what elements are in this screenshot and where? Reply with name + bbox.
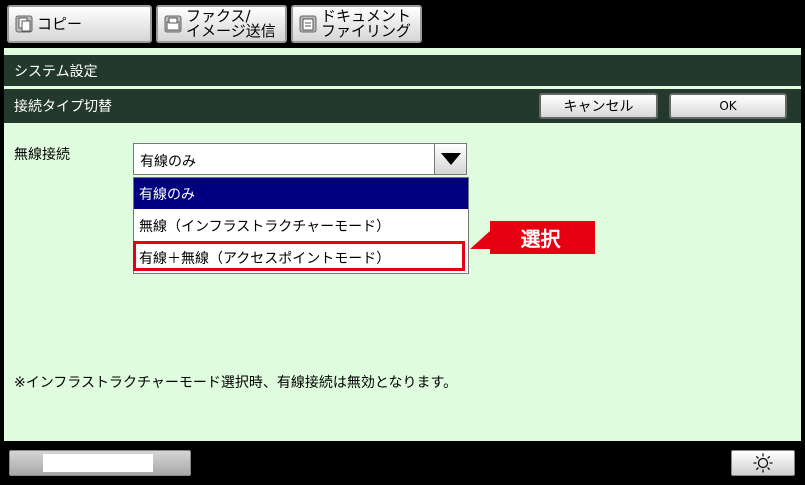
infrastructure-mode-note: ※インフラストラクチャーモード選択時、有線接続は無効となります。 — [14, 375, 458, 391]
status-slider-window — [43, 454, 153, 472]
selected-value: 有線のみ — [140, 154, 196, 170]
tab-document-filing[interactable]: ドキュメント ファイリング — [291, 5, 422, 43]
option-wired-only[interactable]: 有線のみ — [134, 178, 468, 209]
connection-type-select[interactable]: 有線のみ — [133, 143, 467, 175]
tab-fax-label: ファクス/ イメージ送信 — [186, 7, 276, 40]
ok-button[interactable]: OK — [669, 93, 787, 119]
page-title: 接続タイプ切替 — [14, 99, 112, 115]
dropdown-arrow-icon[interactable] — [434, 144, 466, 174]
selection-highlight — [133, 241, 465, 271]
tab-fax-image-send[interactable]: ファクス/ イメージ送信 — [156, 5, 287, 43]
status-slider[interactable] — [9, 450, 191, 476]
wireless-connection-label: 無線接続 — [14, 147, 70, 163]
copy-icon — [15, 15, 33, 33]
triangle-down-icon — [440, 153, 461, 165]
cancel-button[interactable]: キャンセル — [539, 93, 658, 119]
document-filing-icon — [299, 15, 317, 33]
callout-label: 選択 — [520, 227, 561, 251]
tab-copy-label: コピー — [37, 14, 83, 33]
system-settings-title: システム設定 — [14, 63, 98, 80]
tab-document-filing-label: ドキュメント ファイリング — [321, 7, 412, 40]
brightness-icon — [753, 453, 773, 473]
tab-copy[interactable]: コピー — [7, 5, 152, 43]
brightness-button[interactable] — [731, 450, 795, 476]
fax-icon — [164, 15, 182, 33]
system-settings-header: システム設定 — [4, 55, 801, 86]
option-wireless-infrastructure[interactable]: 無線（インフラストラクチャーモード） — [134, 210, 468, 241]
